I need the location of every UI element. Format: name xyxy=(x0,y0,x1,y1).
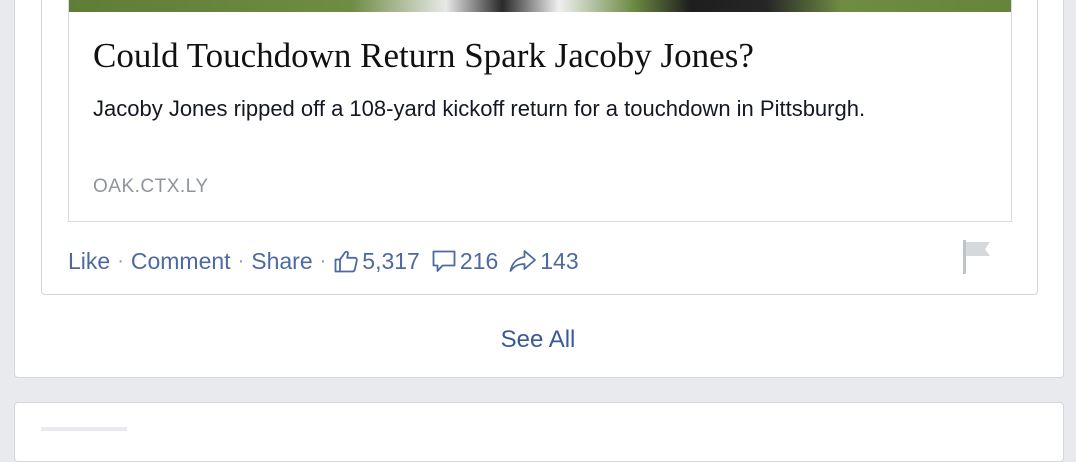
preview-image[interactable] xyxy=(69,0,1011,12)
story-domain: OAK.CTX.LY xyxy=(93,176,209,197)
comment-bubble-icon xyxy=(432,250,456,272)
story-headline[interactable]: Could Touchdown Return Spark Jacoby Jone… xyxy=(93,36,754,76)
thumbs-up-icon xyxy=(334,250,359,273)
next-card-header xyxy=(41,427,127,431)
story-summary: Jacoby Jones ripped off a 108-yard kicko… xyxy=(93,96,866,121)
link-preview[interactable]: Could Touchdown Return Spark Jacoby Jone… xyxy=(68,0,1012,222)
story-actions: Like · Comment · Share · 5,317 216 143 xyxy=(68,244,590,278)
like-link[interactable]: Like xyxy=(68,248,110,275)
separator: · xyxy=(237,249,245,272)
comments-count: 216 xyxy=(459,247,499,274)
shares-count-link[interactable]: 143 xyxy=(509,248,589,275)
likes-count: 5,317 xyxy=(362,247,420,274)
separator: · xyxy=(117,249,124,272)
likes-count-link[interactable]: 5,317 xyxy=(333,248,431,275)
share-arrow-icon xyxy=(509,250,537,272)
shares-count: 143 xyxy=(540,247,579,274)
separator: · xyxy=(319,249,327,272)
flag-icon[interactable] xyxy=(960,238,994,276)
see-all-link[interactable]: See All xyxy=(0,326,1076,354)
comments-count-link[interactable]: 216 xyxy=(431,248,509,275)
share-link[interactable]: Share xyxy=(251,248,312,275)
next-feed-card xyxy=(14,402,1064,462)
comment-link[interactable]: Comment xyxy=(131,248,231,275)
